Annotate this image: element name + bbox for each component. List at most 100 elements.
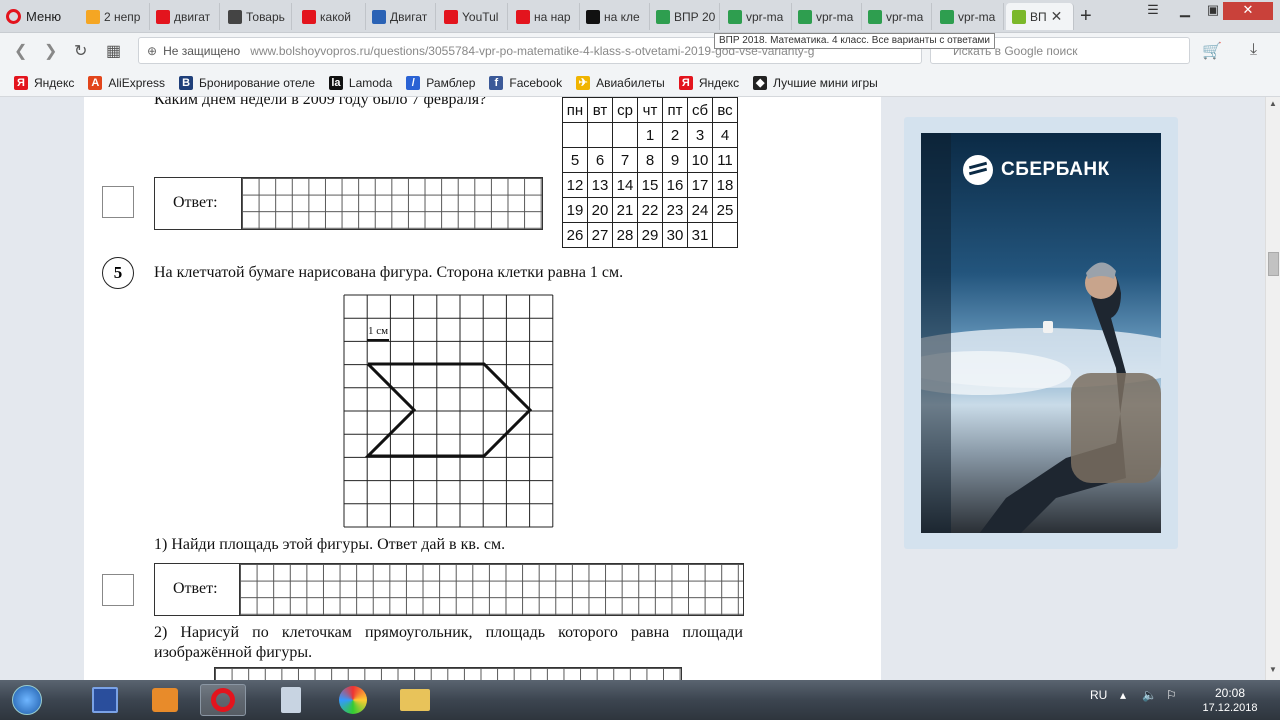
tab-12[interactable]: vpr-ma: [934, 3, 1004, 30]
calendar-cell: 23: [662, 197, 688, 223]
answer-cells-q5[interactable]: [239, 563, 744, 616]
tab-1[interactable]: двигат: [150, 3, 220, 30]
network-icon[interactable]: ⚐: [1166, 688, 1177, 702]
calendar-cell: 12: [562, 172, 588, 198]
vertical-scrollbar[interactable]: ▲ ▼: [1265, 97, 1280, 680]
plane-icon: ✈: [576, 75, 591, 90]
doc-icon: [372, 9, 386, 24]
volume-icon[interactable]: 🔈: [1142, 688, 1157, 702]
calendar-header: чт: [637, 97, 663, 123]
bookmark-item[interactable]: f Facebook: [489, 75, 562, 90]
tab-9[interactable]: vpr-ma: [722, 3, 792, 30]
taskbar-opera-icon[interactable]: [200, 684, 246, 716]
tab-5[interactable]: YouTul: [438, 3, 508, 30]
calendar-header: вс: [712, 97, 738, 123]
worksheet: Каким днем недели в 2009 году было 7 фев…: [84, 97, 881, 680]
bookmark-item[interactable]: A AliExpress: [88, 75, 165, 90]
bookmark-item[interactable]: ◆ Лучшие мини игры: [753, 75, 878, 90]
tab-3[interactable]: какой: [296, 3, 366, 30]
ege-icon: [868, 9, 882, 24]
tab-label: vpr-ma: [886, 9, 924, 24]
figure-shape: [364, 362, 533, 458]
tab-6[interactable]: на нар: [510, 3, 580, 30]
back-icon[interactable]: ❮: [14, 41, 27, 61]
cart-icon[interactable]: 🛒: [1202, 41, 1222, 61]
close-tab-icon[interactable]: ✕: [1051, 8, 1063, 25]
scroll-up-icon[interactable]: ▲: [1269, 99, 1277, 108]
new-tab-button[interactable]: +: [1080, 5, 1092, 28]
tab-10[interactable]: vpr-ma: [792, 3, 862, 30]
opera-menu-button[interactable]: Меню: [6, 6, 61, 26]
scrollbar-thumb[interactable]: [1268, 252, 1279, 276]
tab-13[interactable]: ВП ✕: [1006, 3, 1074, 30]
calendar-cell: 13: [587, 172, 613, 198]
tab-label: Двигат: [390, 9, 428, 24]
calendar-cell: 10: [687, 147, 713, 173]
calendar-cell: 9: [662, 147, 688, 173]
language-indicator[interactable]: RU: [1090, 688, 1107, 702]
forward-icon[interactable]: ❯: [44, 41, 57, 61]
scroll-down-icon[interactable]: ▼: [1269, 665, 1277, 674]
drawing-grid[interactable]: [214, 667, 682, 680]
score-box-q5[interactable]: [102, 574, 134, 606]
start-button[interactable]: [4, 684, 50, 716]
question-icon: [1012, 9, 1026, 24]
tab-8[interactable]: ВПР 20: [650, 3, 720, 30]
tab-7[interactable]: на кле: [580, 3, 650, 30]
score-box-q4[interactable]: [102, 186, 134, 218]
taskbar-calculator-icon[interactable]: [268, 684, 314, 716]
calendar-header: вт: [587, 97, 613, 123]
sberbank-ad[interactable]: СБЕРБАНК: [904, 117, 1178, 549]
page-viewport: Каким днем недели в 2009 году было 7 фев…: [0, 97, 1265, 680]
bookmark-label: Бронирование отеле: [199, 75, 315, 90]
tab-4[interactable]: Двигат: [366, 3, 436, 30]
calendar-cell: [562, 122, 588, 148]
tab-tooltip: ВПР 2018. Математика. 4 класс. Все вариа…: [714, 33, 995, 49]
bookmark-item[interactable]: Я Яндекс: [678, 75, 739, 90]
globe-icon: ⊕: [147, 43, 158, 58]
taskbar-save-icon[interactable]: [82, 684, 128, 716]
q5-text: На клетчатой бумаге нарисована фигура. С…: [154, 264, 624, 281]
tab-label: двигат: [174, 9, 211, 24]
download-icon[interactable]: ⤓: [1250, 41, 1257, 59]
calendar-cell: 20: [587, 197, 613, 223]
bookmark-item[interactable]: la Lamoda: [328, 75, 392, 90]
tab-bar: Меню 2 непр двигат Товарь какой Двигат YouTul…: [0, 0, 1280, 33]
calendar-cell: 4: [712, 122, 738, 148]
calendar-cell: 31: [687, 222, 713, 248]
booking-icon: B: [179, 75, 194, 90]
bookmark-label: Яндекс: [34, 75, 75, 90]
calendar-header: сб: [687, 97, 713, 123]
menu-label: Меню: [26, 8, 62, 24]
bookmark-label: Лучшие мини игры: [773, 75, 878, 90]
tab-0[interactable]: 2 непр: [80, 3, 150, 30]
clock-date[interactable]: 17.12.2018: [1200, 702, 1260, 714]
tab-menu-icon[interactable]: ☰: [1138, 2, 1168, 20]
bookmarks-bar: Я Яндекс A AliExpress B Бронирование отеле la L…: [0, 69, 1280, 97]
minimize-button[interactable]: ▁: [1170, 2, 1200, 20]
answer-cells-q4[interactable]: [241, 177, 543, 230]
facebook-icon: f: [489, 75, 504, 90]
bookmark-item[interactable]: Я Яндекс: [14, 75, 75, 90]
close-window-button[interactable]: ✕: [1223, 2, 1273, 20]
bookmark-item[interactable]: B Бронирование отеле: [179, 75, 315, 90]
bookmark-label: Рамблер: [426, 75, 476, 90]
calendar-cell: 25: [712, 197, 738, 223]
calendar-cell: 22: [637, 197, 663, 223]
calendar-cell: 27: [587, 222, 613, 248]
not-secure-label: Не защищено: [163, 43, 241, 58]
aliexpress-icon: A: [88, 75, 103, 90]
speed-dial-icon[interactable]: ▦: [106, 41, 121, 61]
tab-label: на кле: [604, 9, 640, 24]
reload-icon[interactable]: ↻: [74, 41, 87, 61]
tray-arrow-icon[interactable]: ▴: [1120, 688, 1126, 702]
bookmark-item[interactable]: ✈ Авиабилеты: [576, 75, 665, 90]
taskbar-paint-icon[interactable]: [330, 684, 376, 716]
clock-time[interactable]: 20:08: [1210, 686, 1250, 700]
tab-2[interactable]: Товарь: [222, 3, 292, 30]
taskbar-media-icon[interactable]: [142, 684, 188, 716]
taskbar-explorer-icon[interactable]: [392, 684, 438, 716]
bookmark-item[interactable]: / Рамблер: [406, 75, 476, 90]
tab-11[interactable]: vpr-ma: [862, 3, 932, 30]
tab-label: на нар: [534, 9, 571, 24]
